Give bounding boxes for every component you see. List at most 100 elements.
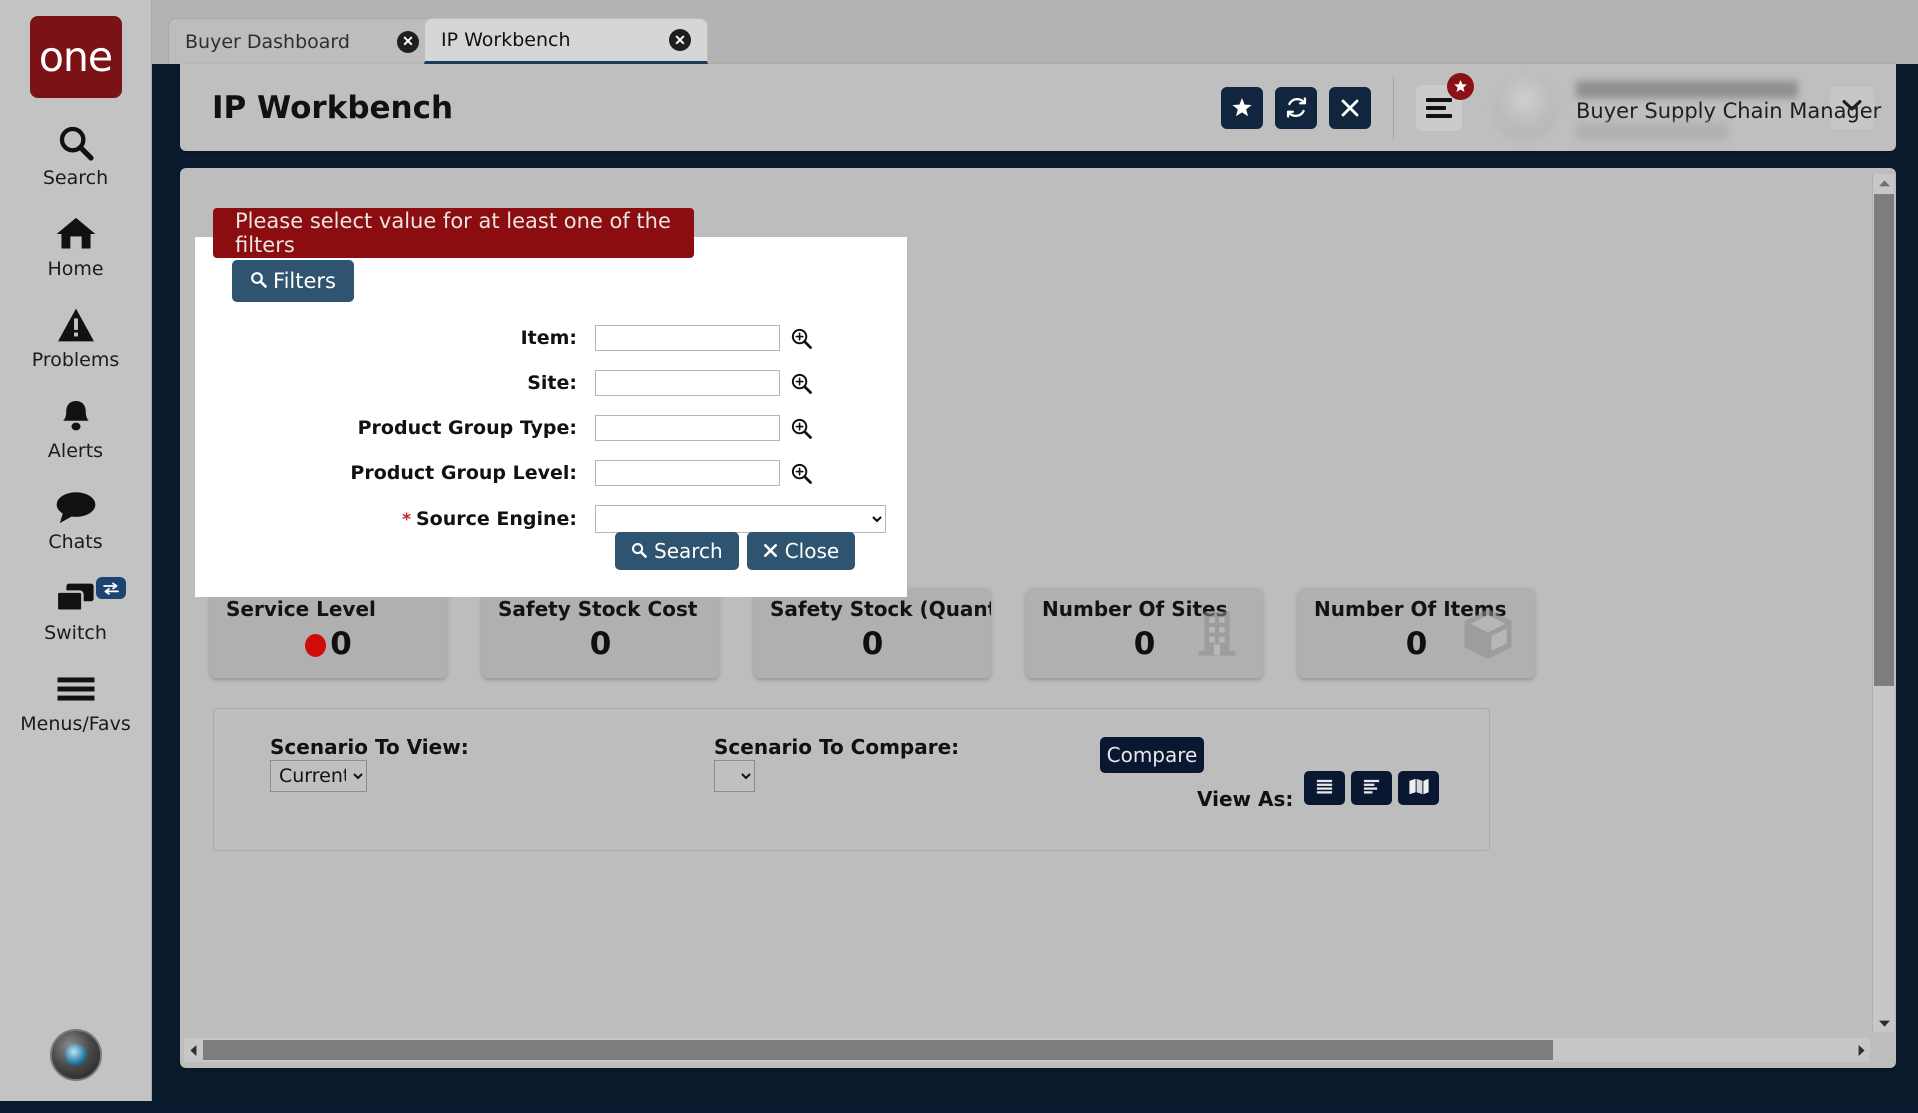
- filter-row-source-engine: * Source Engine:: [195, 505, 907, 533]
- kpi-card-number-of-sites[interactable]: Number Of Sites 0: [1026, 588, 1263, 678]
- favorite-button[interactable]: [1221, 86, 1263, 129]
- filters-panel: Filters Item: Site: Product Group Type: …: [195, 237, 907, 597]
- filter-label: Item:: [520, 327, 577, 349]
- filter-row-product-group-type: Product Group Type:: [195, 415, 907, 441]
- hamburger-menu-icon: [1426, 94, 1452, 122]
- kpi-title: Safety Stock (Quantity): [770, 597, 991, 621]
- sidebar-item-label: Menus/Favs: [20, 713, 131, 735]
- avatar-lens: [64, 1044, 87, 1066]
- header-divider: [1393, 76, 1394, 139]
- header-menu-button[interactable]: [1416, 72, 1474, 131]
- scenario-to-compare-select[interactable]: [714, 760, 755, 792]
- tab-buyer-dashboard[interactable]: Buyer Dashboard ✕: [168, 18, 436, 64]
- sidebar-item-menus-favs[interactable]: Menus/Favs: [0, 668, 152, 735]
- scenario-to-view-label: Scenario To View:: [270, 735, 469, 759]
- magnifier-plus-icon[interactable]: [790, 327, 813, 350]
- box-icon: [1459, 606, 1517, 667]
- refresh-icon: [1285, 96, 1308, 119]
- filters-button-label: Filters: [273, 269, 336, 293]
- required-asterisk: *: [402, 510, 411, 530]
- tab-ip-workbench[interactable]: IP Workbench ✕: [424, 18, 708, 64]
- tab-label: Buyer Dashboard: [185, 30, 350, 53]
- scenario-to-view-select[interactable]: Current: [270, 760, 367, 792]
- caret-left-icon[interactable]: [184, 1038, 202, 1062]
- filter-label: Product Group Level:: [350, 462, 577, 484]
- exchange-arrows-icon[interactable]: [95, 577, 126, 599]
- user-profile[interactable]: Buyer Supply Chain Manager: [1492, 74, 1881, 141]
- item-input[interactable]: [595, 325, 780, 351]
- x-icon: [763, 539, 778, 563]
- kpi-card-number-of-items[interactable]: Number Of Items 0: [1298, 588, 1535, 678]
- compare-button[interactable]: Compare: [1100, 737, 1204, 773]
- avatar: [1492, 74, 1558, 141]
- refresh-button[interactable]: [1275, 86, 1317, 129]
- sidebar-item-home[interactable]: Home: [0, 213, 152, 280]
- filter-row-product-group-level: Product Group Level:: [195, 460, 907, 486]
- caret-right-icon[interactable]: [1852, 1038, 1870, 1062]
- close-circle-icon[interactable]: ✕: [669, 29, 691, 51]
- sidebar-item-switch[interactable]: Switch: [0, 577, 152, 644]
- sidebar-item-problems[interactable]: Problems: [0, 304, 152, 371]
- workbench-body-panel: Please select value for at least one of …: [180, 168, 1896, 1068]
- header-action-group: [1221, 86, 1371, 129]
- map-icon: [1408, 777, 1430, 799]
- user-avatar-icon[interactable]: [49, 1029, 102, 1081]
- search-icon: [250, 269, 267, 293]
- brand-logo[interactable]: one: [29, 16, 122, 98]
- magnifier-plus-icon[interactable]: [790, 462, 813, 485]
- browser-tab-strip: Buyer Dashboard ✕ IP Workbench ✕: [152, 0, 1918, 64]
- x-icon: [1340, 98, 1360, 118]
- kpi-card-row: Service Level 0 Safety Stock Cost 0 Safe…: [192, 588, 1852, 708]
- filter-label-text: Source Engine:: [415, 508, 577, 530]
- windows-switch-icon: [55, 577, 97, 619]
- view-as-detail-button[interactable]: [1351, 771, 1392, 805]
- warning-triangle-icon: [56, 304, 96, 346]
- view-as-map-button[interactable]: [1398, 771, 1439, 805]
- sidebar-item-label: Search: [42, 167, 109, 189]
- sidebar-item-search[interactable]: Search: [0, 122, 152, 189]
- caret-down-icon[interactable]: [1873, 1014, 1895, 1032]
- tab-label: IP Workbench: [441, 29, 571, 51]
- kpi-card-safety-stock-cost[interactable]: Safety Stock Cost 0: [482, 588, 719, 678]
- kpi-card-safety-stock-quantity[interactable]: Safety Stock (Quantity) 0: [754, 588, 991, 678]
- filter-row-site: Site:: [195, 370, 907, 396]
- search-button[interactable]: Search: [615, 532, 739, 570]
- horizontal-scrollbar-thumb[interactable]: [203, 1040, 1553, 1060]
- close-button[interactable]: [1329, 86, 1371, 129]
- search-button-label: Search: [654, 539, 723, 563]
- view-as-table-button[interactable]: [1304, 771, 1345, 805]
- close-filters-button[interactable]: Close: [746, 532, 856, 570]
- kpi-value: 0: [589, 626, 612, 662]
- product-group-type-input[interactable]: [595, 415, 780, 441]
- chat-bubble-icon: [55, 486, 97, 528]
- vertical-scrollbar[interactable]: [1872, 174, 1894, 1032]
- scenario-panel: Scenario To View: Current Scenario To Co…: [213, 708, 1490, 851]
- sidebar-item-alerts[interactable]: Alerts: [0, 395, 152, 462]
- vertical-scrollbar-thumb[interactable]: [1874, 194, 1894, 686]
- search-icon: [631, 539, 647, 563]
- filters-action-group: Search Close: [615, 532, 856, 570]
- horizontal-scrollbar[interactable]: [184, 1038, 1870, 1062]
- bell-icon: [57, 395, 95, 437]
- kpi-value-wrap: 0: [210, 626, 447, 662]
- star-badge-icon: [1447, 72, 1474, 100]
- sidebar-item-label: Home: [47, 258, 104, 280]
- magnifier-plus-icon[interactable]: [790, 372, 813, 395]
- workbench-content: Please select value for at least one of …: [180, 168, 1872, 1032]
- sidebar-item-chats[interactable]: Chats: [0, 486, 152, 553]
- close-button-label: Close: [784, 539, 840, 563]
- magnifier-plus-icon[interactable]: [790, 417, 813, 440]
- close-circle-icon[interactable]: ✕: [397, 30, 419, 53]
- left-nav-rail: one Search Home Problems Alerts Chats Sw…: [0, 0, 152, 1113]
- kpi-value: 0: [330, 626, 352, 662]
- source-engine-select[interactable]: [595, 505, 886, 533]
- filters-toggle-button[interactable]: Filters: [232, 260, 354, 302]
- page-title: IP Workbench: [212, 89, 454, 126]
- kpi-card-service-level[interactable]: Service Level 0: [210, 588, 447, 678]
- product-group-level-input[interactable]: [595, 460, 780, 486]
- redacted-user-name: [1576, 80, 1798, 98]
- redacted-user-org: [1576, 122, 1728, 140]
- caret-up-icon[interactable]: [1873, 174, 1895, 192]
- site-input[interactable]: [595, 370, 780, 396]
- filter-label: Site:: [527, 372, 577, 394]
